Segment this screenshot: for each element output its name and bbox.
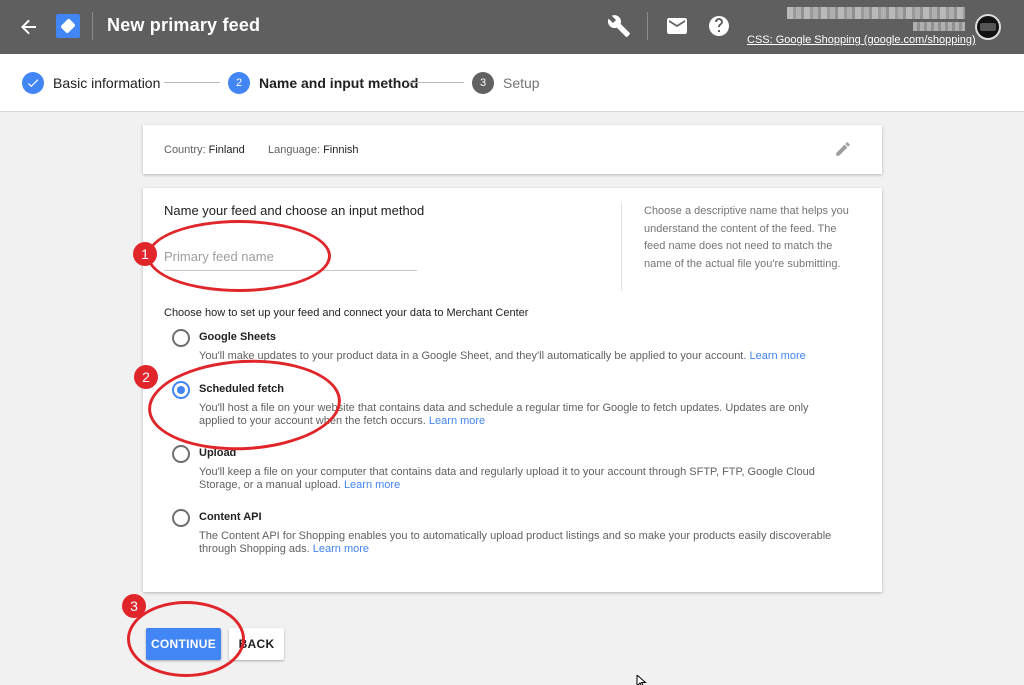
account-email-blurred bbox=[913, 22, 965, 31]
avatar[interactable] bbox=[975, 14, 1001, 40]
input-method-label: Choose how to set up your feed and conne… bbox=[164, 307, 529, 319]
step-label: Basic information bbox=[53, 75, 161, 91]
annotation-badge: 1 bbox=[133, 242, 157, 266]
top-app-bar: New primary feed CSS: Google Shopping (g… bbox=[0, 0, 1024, 54]
option-description: You'll make updates to your product data… bbox=[199, 350, 839, 363]
section-title: Name your feed and choose an input metho… bbox=[164, 203, 425, 218]
radio-content-api[interactable] bbox=[172, 509, 190, 527]
radio-google-sheets[interactable] bbox=[172, 329, 190, 347]
country-info: Country: Finland bbox=[164, 144, 245, 156]
learn-more-link[interactable]: Learn more bbox=[313, 543, 369, 555]
divider bbox=[92, 12, 93, 40]
continue-button[interactable]: CONTINUE bbox=[146, 628, 221, 660]
back-button[interactable]: BACK bbox=[229, 628, 284, 660]
annotation-badge: 3 bbox=[122, 594, 146, 618]
option-description-text: You'll keep a file on your computer that… bbox=[199, 466, 815, 491]
step-label: Name and input method bbox=[259, 75, 419, 91]
help-icon[interactable] bbox=[707, 14, 731, 38]
step-basic-information[interactable]: Basic information bbox=[22, 72, 160, 94]
step-name-and-input-method[interactable]: 2 Name and input method bbox=[228, 72, 418, 94]
learn-more-link[interactable]: Learn more bbox=[344, 479, 400, 491]
option-title: Scheduled fetch bbox=[199, 383, 284, 395]
language-info: Language: Finnish bbox=[268, 144, 359, 156]
radio-upload[interactable] bbox=[172, 445, 190, 463]
country-label: Country: bbox=[164, 144, 206, 156]
country-language-card: Country: Finland Language: Finnish bbox=[143, 125, 882, 174]
checkmark-icon bbox=[22, 72, 44, 94]
country-value: Finland bbox=[208, 144, 245, 156]
primary-feed-name-input[interactable] bbox=[164, 243, 417, 271]
language-value: Finnish bbox=[323, 144, 359, 156]
edit-pencil-icon[interactable] bbox=[834, 140, 852, 158]
account-name-blurred bbox=[787, 7, 965, 19]
feed-setup-card: Name your feed and choose an input metho… bbox=[143, 188, 882, 592]
option-description: You'll host a file on your website that … bbox=[199, 402, 839, 428]
annotation-badge: 2 bbox=[134, 365, 158, 389]
step-connector bbox=[408, 82, 464, 83]
step-label: Setup bbox=[503, 75, 540, 91]
option-description-text: You'll make updates to your product data… bbox=[199, 350, 747, 362]
step-number: 3 bbox=[472, 72, 494, 94]
language-label: Language: bbox=[268, 144, 320, 156]
account-subtitle[interactable]: CSS: Google Shopping (google.com/shoppin… bbox=[747, 34, 976, 46]
option-description-text: You'll host a file on your website that … bbox=[199, 402, 809, 427]
step-connector bbox=[164, 82, 220, 83]
back-arrow-icon[interactable] bbox=[14, 12, 44, 42]
radio-scheduled-fetch[interactable] bbox=[172, 381, 190, 399]
step-setup[interactable]: 3 Setup bbox=[472, 72, 540, 94]
wrench-icon[interactable] bbox=[607, 14, 631, 38]
step-number: 2 bbox=[228, 72, 250, 94]
merchant-center-logo-icon bbox=[56, 14, 80, 38]
option-description: The Content API for Shopping enables you… bbox=[199, 530, 839, 556]
option-description: You'll keep a file on your computer that… bbox=[199, 466, 839, 492]
stepper: Basic information 2 Name and input metho… bbox=[0, 54, 1024, 112]
learn-more-link[interactable]: Learn more bbox=[429, 415, 485, 427]
mail-icon[interactable] bbox=[665, 14, 689, 38]
option-title: Google Sheets bbox=[199, 331, 277, 343]
divider bbox=[647, 12, 648, 40]
mouse-cursor-icon bbox=[636, 673, 648, 685]
help-text: Choose a descriptive name that helps you… bbox=[621, 203, 853, 291]
page-title: New primary feed bbox=[107, 15, 261, 35]
option-title: Content API bbox=[199, 511, 262, 523]
learn-more-link[interactable]: Learn more bbox=[749, 350, 805, 362]
option-title: Upload bbox=[199, 447, 237, 459]
option-description-text: The Content API for Shopping enables you… bbox=[199, 530, 832, 555]
